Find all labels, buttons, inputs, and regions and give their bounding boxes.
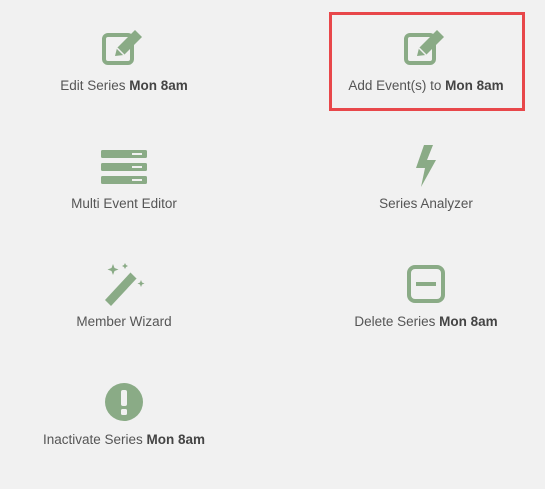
inactivate-series-tile[interactable]: Inactivate Series Mon 8am [24, 380, 224, 480]
edit-series-label: Edit Series Mon 8am [60, 78, 188, 93]
minus-square-icon [406, 262, 446, 306]
selection-highlight [329, 12, 525, 111]
series-analyzer-tile[interactable]: Series Analyzer [326, 144, 526, 244]
member-wizard-label: Member Wizard [76, 314, 172, 329]
multi-event-editor-tile[interactable]: Multi Event Editor [24, 144, 224, 244]
exclamation-circle-icon [104, 380, 144, 424]
delete-series-label: Delete Series Mon 8am [354, 314, 498, 329]
series-analyzer-label: Series Analyzer [379, 196, 473, 211]
bolt-icon [411, 144, 441, 188]
delete-series-tile[interactable]: Delete Series Mon 8am [326, 262, 526, 362]
edit-icon [101, 26, 147, 70]
magic-wand-icon [101, 262, 147, 306]
member-wizard-tile[interactable]: Member Wizard [24, 262, 224, 362]
inactivate-series-label: Inactivate Series Mon 8am [42, 432, 206, 447]
multi-event-editor-label: Multi Event Editor [71, 196, 177, 211]
edit-series-tile[interactable]: Edit Series Mon 8am [24, 26, 224, 126]
list-icon [100, 144, 148, 188]
